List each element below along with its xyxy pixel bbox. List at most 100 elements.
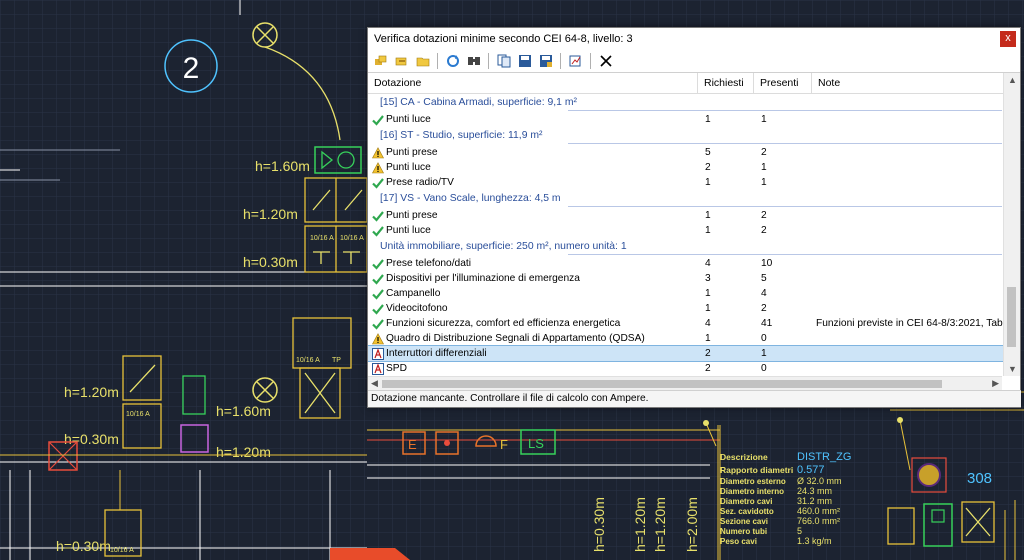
refresh-icon[interactable] (443, 52, 462, 71)
table-row[interactable]: Punti luce 1 2 (368, 223, 1018, 238)
cell-presenti: 5 (761, 273, 767, 284)
height-label: h=1.20m (216, 444, 271, 460)
check-icon (372, 114, 384, 126)
warning-icon (371, 161, 385, 174)
table-row[interactable]: Prese radio/TV 1 1 (368, 175, 1018, 190)
table-row[interactable]: Campanello 1 4 (368, 286, 1018, 301)
table-row[interactable]: Punti prese 1 2 (368, 208, 1018, 223)
calculation-icon[interactable] (566, 52, 585, 71)
row-name: Punti luce (386, 114, 431, 125)
cell-dotazione: SPD (368, 362, 698, 375)
group-header[interactable]: [16] ST - Studio, superficie: 11,9 m² (368, 127, 1018, 145)
vertical-height: h=0.30m (591, 497, 607, 552)
dialog-titlebar[interactable]: Verifica dotazioni minime secondo CEI 64… (368, 28, 1020, 50)
error-icon (372, 362, 384, 375)
folder-icon[interactable] (413, 52, 432, 71)
vertical-scroll-thumb[interactable] (1007, 287, 1016, 347)
cell-richiesti: 4 (705, 318, 711, 329)
height-label: h=1.60m (216, 403, 271, 419)
duct-label: Numero tubi (720, 527, 767, 536)
table-row[interactable]: SPD 2 0 (368, 361, 1018, 376)
dialog-title: Verifica dotazioni minime secondo CEI 64… (374, 33, 633, 45)
cell-dotazione: Videocitofono (368, 303, 698, 315)
duct-value: DISTR_ZG (797, 451, 851, 463)
group-header[interactable]: [15] CA - Cabina Armadi, superficie: 9,1… (368, 94, 1018, 112)
scroll-left-icon[interactable]: ◀ (371, 378, 378, 389)
duct-label: Diametro esterno (720, 477, 786, 486)
table-row[interactable]: Funzioni sicurezza, comfort ed efficienz… (368, 316, 1018, 331)
dialog-toolbar (368, 50, 1020, 73)
scroll-down-icon[interactable]: ▼ (1008, 364, 1017, 374)
row-name: Campanello (386, 288, 441, 299)
cell-richiesti: 1 (705, 288, 711, 299)
column-header-presenti[interactable]: Presenti (754, 73, 812, 93)
expand-all-icon[interactable] (371, 52, 390, 71)
check-icon (372, 318, 384, 330)
vertical-height: h=1.20m (652, 497, 668, 552)
cell-presenti: 41 (761, 318, 773, 329)
close-icon: x (1005, 32, 1011, 44)
row-name: Punti prese (386, 147, 438, 158)
cell-presenti: 2 (761, 147, 767, 158)
copy-icon[interactable] (494, 52, 513, 71)
cell-dotazione: Punti prese (368, 146, 698, 159)
table-row[interactable]: Punti luce 2 1 (368, 160, 1018, 175)
cell-presenti: 1 (761, 114, 767, 125)
row-name: Videocitofono (386, 303, 448, 314)
delete-icon[interactable] (596, 52, 615, 71)
table-row[interactable]: Prese telefono/dati 4 10 (368, 256, 1018, 271)
save-icon[interactable] (515, 52, 534, 71)
cell-richiesti: 1 (705, 333, 711, 344)
vertical-height: h=2.00m (684, 497, 700, 552)
column-header-dotazione[interactable]: Dotazione (368, 73, 698, 93)
scroll-up-icon[interactable]: ▲ (1008, 75, 1017, 85)
duct-label: Rapporto diametri (720, 465, 793, 475)
vertical-scrollbar[interactable]: ▲ ▼ (1003, 73, 1020, 376)
group-divider (568, 110, 1002, 111)
check-icon (372, 225, 384, 237)
column-header-note[interactable]: Note (812, 73, 1004, 93)
table-row[interactable]: Quadro di Distribuzione Segnali di Appar… (368, 331, 1018, 346)
table-row[interactable]: Punti luce 1 1 (368, 112, 1018, 127)
verification-dialog: Verifica dotazioni minime secondo CEI 64… (367, 27, 1021, 408)
scroll-right-icon[interactable]: ▶ (992, 378, 999, 389)
toolbar-separator (590, 53, 591, 69)
horizontal-scrollbar[interactable]: ◀ ▶ (368, 376, 1002, 391)
group-title: [17] VS - Vano Scale, lunghezza: 4,5 m (380, 193, 561, 204)
breaker-label: 10/16 A (340, 235, 364, 242)
table-row[interactable]: Interruttori differenziali 2 1 (368, 345, 1018, 362)
duct-label: Diametro interno (720, 487, 784, 496)
vertical-height: h=1.20m (632, 497, 648, 552)
find-icon[interactable] (464, 52, 483, 71)
duct-value: 766.0 mm² (797, 516, 840, 526)
save-as-icon[interactable] (536, 52, 555, 71)
collapse-icon[interactable] (392, 52, 411, 71)
cell-dotazione: Campanello (368, 288, 698, 300)
column-header-richiesti[interactable]: Richiesti (698, 73, 754, 93)
group-divider (568, 143, 1002, 144)
row-name: Dispositivi per l'illuminazione di emerg… (386, 273, 580, 284)
group-header[interactable]: [17] VS - Vano Scale, lunghezza: 4,5 m (368, 190, 1018, 208)
row-name: Funzioni sicurezza, comfort ed efficienz… (386, 318, 621, 329)
group-header[interactable]: Unità immobiliare, superficie: 250 m², n… (368, 238, 1018, 256)
toolbar-separator (488, 53, 489, 69)
error-icon (372, 347, 384, 360)
check-icon (372, 273, 384, 285)
group-divider (568, 254, 1002, 255)
cell-richiesti: 3 (705, 273, 711, 284)
cell-richiesti: 4 (705, 258, 711, 269)
table-row[interactable]: Punti prese 5 2 (368, 145, 1018, 160)
cell-richiesti: 1 (705, 177, 711, 188)
duct-value: 0.577 (797, 464, 825, 476)
cell-richiesti: 1 (705, 225, 711, 236)
cell-richiesti: 1 (705, 114, 711, 125)
table-row[interactable]: Dispositivi per l'illuminazione di emerg… (368, 271, 1018, 286)
close-button[interactable]: x (1000, 31, 1016, 47)
duct-value: 460.0 mm² (797, 506, 840, 516)
check-icon (372, 258, 384, 270)
height-label: h=0.30m (243, 254, 298, 270)
horizontal-scroll-thumb[interactable] (382, 380, 942, 388)
check-icon (372, 303, 384, 315)
table-row[interactable]: Videocitofono 1 2 (368, 301, 1018, 316)
status-bar: Dotazione mancante. Controllare il file … (368, 390, 1021, 407)
